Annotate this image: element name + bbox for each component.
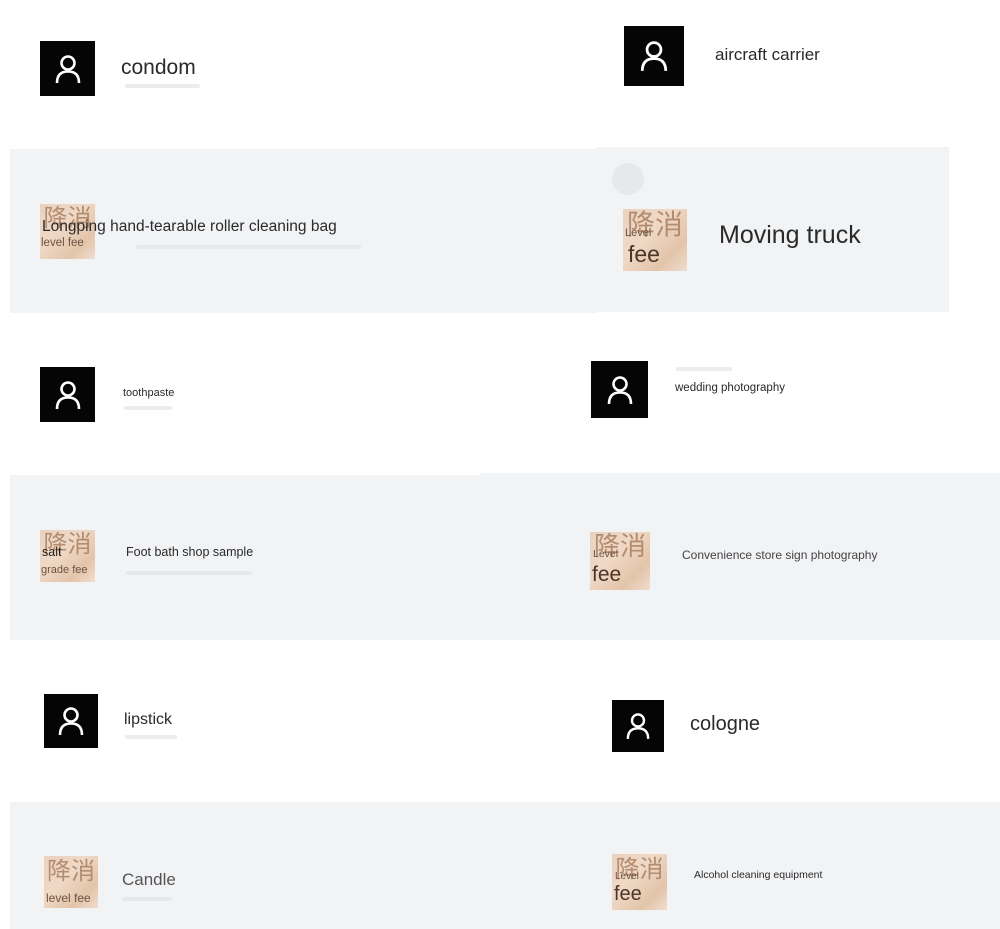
item-title: cologne (690, 713, 761, 735)
fee-thumbnail: 降消 Level fee (623, 209, 687, 271)
list-item[interactable]: 降消 level fee Longping hand-tearable roll… (10, 149, 597, 313)
fee-thumbnail: 降消 level fee (44, 856, 98, 908)
item-subtitle (124, 406, 172, 410)
list-item[interactable]: toothpaste (0, 313, 580, 475)
fee-thumbnail: 降消 Level fee (590, 532, 650, 590)
list-item[interactable]: 降消 Level fee Moving truck (597, 147, 949, 312)
item-subtitle (676, 367, 732, 371)
user-icon (626, 713, 650, 739)
list-item[interactable]: 降消 Level fee Convenience store sign phot… (480, 473, 1000, 640)
user-icon (640, 41, 668, 72)
item-subtitle (122, 897, 172, 901)
avatar (40, 41, 95, 96)
list-item[interactable]: 降消 Level fee Alcohol cleaning equipment (505, 802, 1000, 929)
user-icon (607, 375, 632, 404)
user-icon (55, 54, 80, 83)
user-icon (58, 707, 84, 736)
item-subtitle (125, 735, 177, 739)
list-item[interactable]: 降消 level fee Candle (10, 802, 505, 929)
item-title: condom (121, 56, 196, 79)
item-title: Alcohol cleaning equipment (694, 869, 823, 881)
item-title: toothpaste (123, 387, 175, 399)
fee-thumbnail: 降消 Level fee (612, 854, 667, 910)
list-item[interactable]: aircraft carrier (597, 0, 1000, 147)
item-title: Moving truck (719, 221, 861, 249)
avatar (612, 700, 664, 752)
item-title: Convenience store sign photography (682, 548, 878, 562)
selection-indicator[interactable] (612, 163, 644, 195)
item-title: Longping hand-tearable roller cleaning b… (42, 218, 337, 235)
user-icon (55, 380, 80, 409)
avatar (44, 694, 98, 748)
item-title: Candle (122, 870, 176, 889)
item-subtitle (126, 571, 252, 575)
list-item[interactable]: wedding photography (580, 313, 1000, 475)
item-subtitle (125, 84, 200, 88)
item-title: aircraft carrier (715, 45, 820, 64)
list-item[interactable]: lipstick (10, 640, 505, 802)
avatar (624, 26, 684, 86)
list-item[interactable]: 降消 salt grade fee Foot bath shop sample (10, 475, 480, 640)
fee-thumbnail: 降消 salt grade fee (40, 530, 95, 582)
item-title: Foot bath shop sample (126, 545, 254, 559)
item-title: wedding photography (675, 382, 785, 394)
avatar (591, 361, 648, 418)
product-grid: condom aircraft carrier 降消 level fee Lon… (0, 0, 1000, 929)
list-item[interactable]: condom (0, 0, 597, 149)
list-item[interactable]: cologne (505, 640, 1000, 802)
avatar (40, 367, 95, 422)
item-title: lipstick (124, 711, 173, 728)
item-subtitle (136, 245, 361, 249)
